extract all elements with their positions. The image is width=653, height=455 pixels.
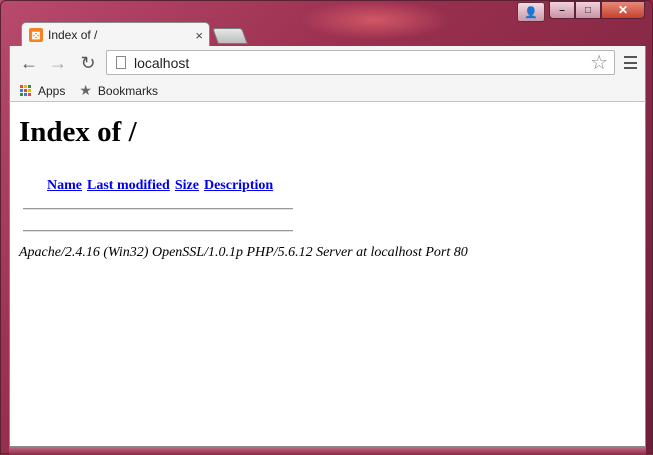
close-icon: ✕ <box>617 3 629 17</box>
address-bar-url[interactable]: localhost <box>134 55 590 71</box>
new-tab-button[interactable] <box>212 28 248 44</box>
bookmark-apps-label: Apps <box>38 83 66 98</box>
minimize-button[interactable]: – <box>549 1 575 19</box>
maximize-button[interactable]: □ <box>575 1 601 19</box>
column-name-link[interactable]: Name <box>47 178 82 193</box>
xampp-favicon-icon: ⊠ <box>29 28 43 42</box>
page-content: Index of / Name Last modified Size Descript… <box>9 102 646 447</box>
listing-header: Name Last modified Size Description <box>47 178 278 194</box>
bookmarks-bar: Apps ★ Bookmarks <box>9 80 646 102</box>
bookmark-bookmarks[interactable]: ★ Bookmarks <box>79 82 158 99</box>
maximize-icon: □ <box>584 4 592 16</box>
menu-hamburger-icon[interactable] <box>624 56 637 69</box>
forward-button[interactable]: → <box>47 52 69 74</box>
bookmark-star-icon[interactable]: ☆ <box>590 50 608 75</box>
back-arrow-icon: ← <box>20 52 38 73</box>
close-window-button[interactable]: ✕ <box>601 1 645 19</box>
column-size-link[interactable]: Size <box>175 178 199 193</box>
server-signature: Apache/2.4.16 (Win32) OpenSSL/1.0.1p PHP… <box>19 245 468 260</box>
reload-icon: ↻ <box>80 52 96 73</box>
browser-toolbar: ← → ↻ localhost ☆ <box>9 46 646 80</box>
forward-arrow-icon: → <box>49 52 67 73</box>
bookmarks-star-icon: ★ <box>79 82 92 98</box>
horizontal-rule-bottom <box>23 230 293 232</box>
reload-button[interactable]: ↻ <box>77 52 99 74</box>
user-profile-button[interactable]: 👤 <box>517 2 545 22</box>
apps-grid-icon <box>20 84 32 97</box>
page-heading: Index of / <box>19 116 137 148</box>
tab-title: Index of / <box>48 28 98 42</box>
back-button[interactable]: ← <box>18 52 40 74</box>
user-icon: 👤 <box>524 6 538 19</box>
horizontal-rule-top <box>23 208 293 210</box>
bookmark-apps[interactable]: Apps <box>10 84 65 98</box>
bookmark-bookmarks-label: Bookmarks <box>97 83 158 98</box>
minimize-icon: – <box>559 4 565 16</box>
address-bar[interactable]: localhost ☆ <box>106 50 615 75</box>
column-description-link[interactable]: Description <box>204 178 273 193</box>
browser-window: 👤 – □ ✕ ⊠ Index of / × ← → ↻ localhost ☆… <box>0 0 653 455</box>
column-last-modified-link[interactable]: Last modified <box>87 178 170 193</box>
tab-index[interactable]: ⊠ Index of / × <box>21 22 210 47</box>
tab-close-icon[interactable]: × <box>195 28 203 43</box>
window-controls: – □ ✕ <box>549 1 645 19</box>
page-icon <box>116 56 126 69</box>
